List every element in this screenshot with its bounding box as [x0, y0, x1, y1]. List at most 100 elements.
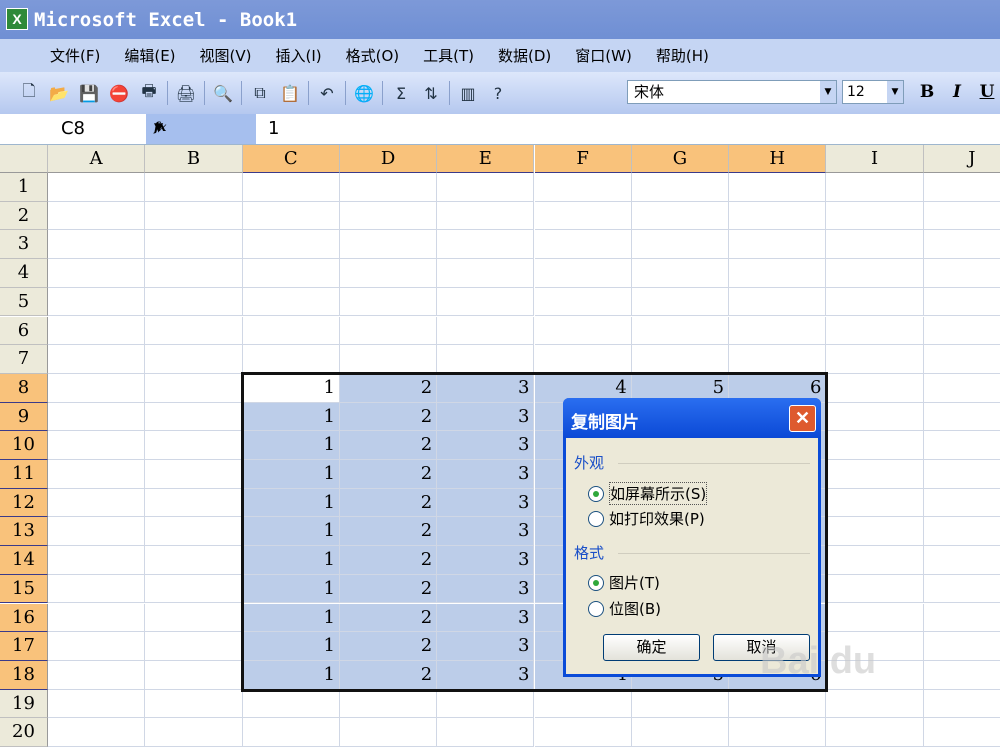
radio-bitmap[interactable]: 位图(B)	[588, 598, 661, 619]
cell-F5[interactable]	[534, 287, 632, 317]
chevron-down-icon[interactable]: ▼	[887, 81, 903, 103]
name-box[interactable]: C8	[0, 114, 146, 144]
cell-D3[interactable]	[339, 230, 438, 260]
menu-item[interactable]: 格式(O)	[334, 45, 412, 66]
cell-I5[interactable]	[826, 287, 924, 317]
radio-as-shown-on-screen[interactable]: 如屏幕所示(S)	[588, 482, 708, 505]
cell-C16[interactable]: 1	[242, 603, 340, 633]
cell-B13[interactable]	[145, 517, 243, 547]
cell-B4[interactable]	[145, 259, 243, 288]
cell-D4[interactable]	[339, 259, 438, 288]
cell-C20[interactable]	[242, 718, 340, 747]
cell-B5[interactable]	[145, 287, 243, 317]
cell-G3[interactable]	[631, 230, 730, 260]
cell-A4[interactable]	[48, 259, 146, 288]
cell-D9[interactable]: 2	[339, 402, 438, 432]
cell-I3[interactable]	[826, 230, 924, 260]
row-header-15[interactable]: 15	[0, 574, 48, 604]
cell-D12[interactable]: 2	[339, 488, 438, 518]
radio-as-shown-when-printed[interactable]: 如打印效果(P)	[588, 508, 705, 529]
cell-C11[interactable]: 1	[242, 460, 340, 489]
cell-E15[interactable]: 3	[437, 574, 535, 604]
cell-B11[interactable]	[145, 460, 243, 489]
cell-B18[interactable]	[145, 660, 243, 690]
cell-C2[interactable]	[242, 201, 340, 231]
sort-ascending-icon[interactable]: ⇅	[419, 81, 443, 105]
row-header-6[interactable]: 6	[0, 316, 48, 346]
cell-C7[interactable]	[242, 345, 340, 374]
paste-icon[interactable]: 📋	[278, 81, 302, 105]
cell-J17[interactable]	[923, 632, 1000, 661]
cell-C14[interactable]: 1	[242, 546, 340, 575]
cell-J9[interactable]	[923, 403, 1000, 432]
cell-I16[interactable]	[826, 603, 924, 633]
column-header-F[interactable]: F	[534, 145, 632, 173]
row-header-16[interactable]: 16	[0, 603, 48, 633]
cell-F4[interactable]	[534, 259, 632, 288]
cell-J12[interactable]	[923, 489, 1000, 518]
cell-B8[interactable]	[145, 373, 243, 403]
cell-J2[interactable]	[923, 202, 1000, 231]
cell-A1[interactable]	[48, 173, 146, 202]
cell-J8[interactable]	[923, 374, 1000, 403]
row-header-7[interactable]: 7	[0, 345, 48, 374]
cell-A15[interactable]	[48, 574, 146, 604]
cell-C8[interactable]: 1	[242, 373, 340, 403]
cell-H19[interactable]	[729, 689, 827, 719]
cell-A13[interactable]	[48, 517, 146, 547]
cell-E12[interactable]: 3	[437, 488, 535, 518]
cell-G5[interactable]	[631, 287, 730, 317]
row-header-12[interactable]: 12	[0, 488, 48, 518]
column-header-G[interactable]: G	[631, 145, 730, 173]
cell-C3[interactable]	[242, 230, 340, 260]
cell-B19[interactable]	[145, 689, 243, 719]
cell-E4[interactable]	[437, 259, 535, 288]
cell-J19[interactable]	[923, 690, 1000, 719]
row-header-2[interactable]: 2	[0, 201, 48, 231]
row-header-8[interactable]: 8	[0, 373, 48, 403]
cell-C17[interactable]: 1	[242, 632, 340, 661]
cell-I1[interactable]	[826, 173, 924, 202]
cell-I8[interactable]	[826, 373, 924, 403]
cell-E19[interactable]	[437, 689, 535, 719]
cell-E5[interactable]	[437, 287, 535, 317]
cell-E8[interactable]: 3	[437, 373, 535, 403]
cell-I12[interactable]	[826, 488, 924, 518]
cell-I9[interactable]	[826, 402, 924, 432]
cell-I6[interactable]	[826, 316, 924, 346]
cell-B12[interactable]	[145, 488, 243, 518]
cell-H2[interactable]	[729, 201, 827, 231]
cell-B3[interactable]	[145, 230, 243, 260]
cell-D1[interactable]	[339, 173, 438, 202]
cell-E14[interactable]: 3	[437, 546, 535, 575]
print-icon[interactable]: 🖨	[174, 81, 198, 105]
cell-A5[interactable]	[48, 287, 146, 317]
cell-C13[interactable]: 1	[242, 517, 340, 547]
name-box-dropdown[interactable]: ▼ fx	[146, 114, 256, 144]
cell-G1[interactable]	[631, 173, 730, 202]
cell-E11[interactable]: 3	[437, 460, 535, 489]
font-select[interactable]: 宋体 ▼	[627, 80, 837, 104]
cell-E2[interactable]	[437, 201, 535, 231]
undo-icon[interactable]: ↶	[315, 81, 339, 105]
chart-wizard-icon[interactable]: ▥	[456, 81, 480, 105]
cell-D2[interactable]	[339, 201, 438, 231]
cell-B1[interactable]	[145, 173, 243, 202]
cell-D6[interactable]	[339, 316, 438, 346]
radio-picture[interactable]: 图片(T)	[588, 572, 660, 593]
cell-D5[interactable]	[339, 287, 438, 317]
cell-D13[interactable]: 2	[339, 517, 438, 547]
cell-A14[interactable]	[48, 546, 146, 575]
cell-E9[interactable]: 3	[437, 402, 535, 432]
menu-item[interactable]: 插入(I)	[264, 45, 334, 66]
menu-item[interactable]: 视图(V)	[188, 45, 264, 66]
cell-J15[interactable]	[923, 575, 1000, 604]
chevron-down-icon[interactable]: ▼	[820, 81, 836, 103]
row-header-17[interactable]: 17	[0, 632, 48, 661]
cell-B15[interactable]	[145, 574, 243, 604]
cell-A18[interactable]	[48, 660, 146, 690]
cell-D17[interactable]: 2	[339, 632, 438, 661]
close-icon[interactable]: ✕	[789, 405, 816, 432]
italic-button[interactable]: I	[946, 80, 968, 104]
row-header-14[interactable]: 14	[0, 546, 48, 575]
